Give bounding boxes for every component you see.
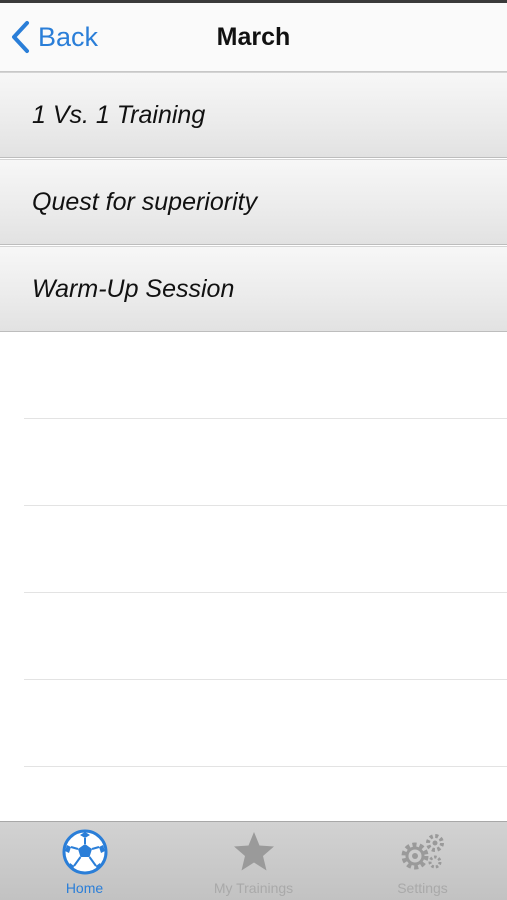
tab-home-label: Home xyxy=(65,880,104,896)
row-separator xyxy=(24,418,507,419)
empty-table-area xyxy=(0,334,507,821)
list-item-label: 1 Vs. 1 Training xyxy=(32,101,206,129)
tab-home[interactable]: Home xyxy=(0,822,169,900)
row-separator xyxy=(24,505,507,506)
navigation-bar: Back March xyxy=(0,3,507,72)
tab-my-trainings-label: My Trainings xyxy=(213,880,294,896)
row-separator xyxy=(24,766,507,767)
training-list: 1 Vs. 1 Training Quest for superiority W… xyxy=(0,72,507,333)
row-separator xyxy=(24,592,507,593)
list-item-label: Quest for superiority xyxy=(32,188,258,216)
row-separator xyxy=(24,679,507,680)
tab-bar: Home My Trainings Settings xyxy=(0,821,507,900)
page-title: March xyxy=(216,23,291,51)
tab-my-trainings[interactable]: My Trainings xyxy=(169,822,338,900)
tab-settings[interactable]: Settings xyxy=(338,822,507,900)
star-icon xyxy=(231,829,277,880)
list-item[interactable]: 1 Vs. 1 Training xyxy=(0,72,507,158)
soccer-ball-icon xyxy=(62,829,108,880)
list-item[interactable]: Warm-Up Session xyxy=(0,246,507,332)
app-screen: Back March 1 Vs. 1 Training Quest for su… xyxy=(0,0,507,900)
gears-icon xyxy=(397,829,449,880)
list-item-label: Warm-Up Session xyxy=(32,275,235,303)
list-item[interactable]: Quest for superiority xyxy=(0,159,507,245)
tab-settings-label: Settings xyxy=(397,880,448,896)
